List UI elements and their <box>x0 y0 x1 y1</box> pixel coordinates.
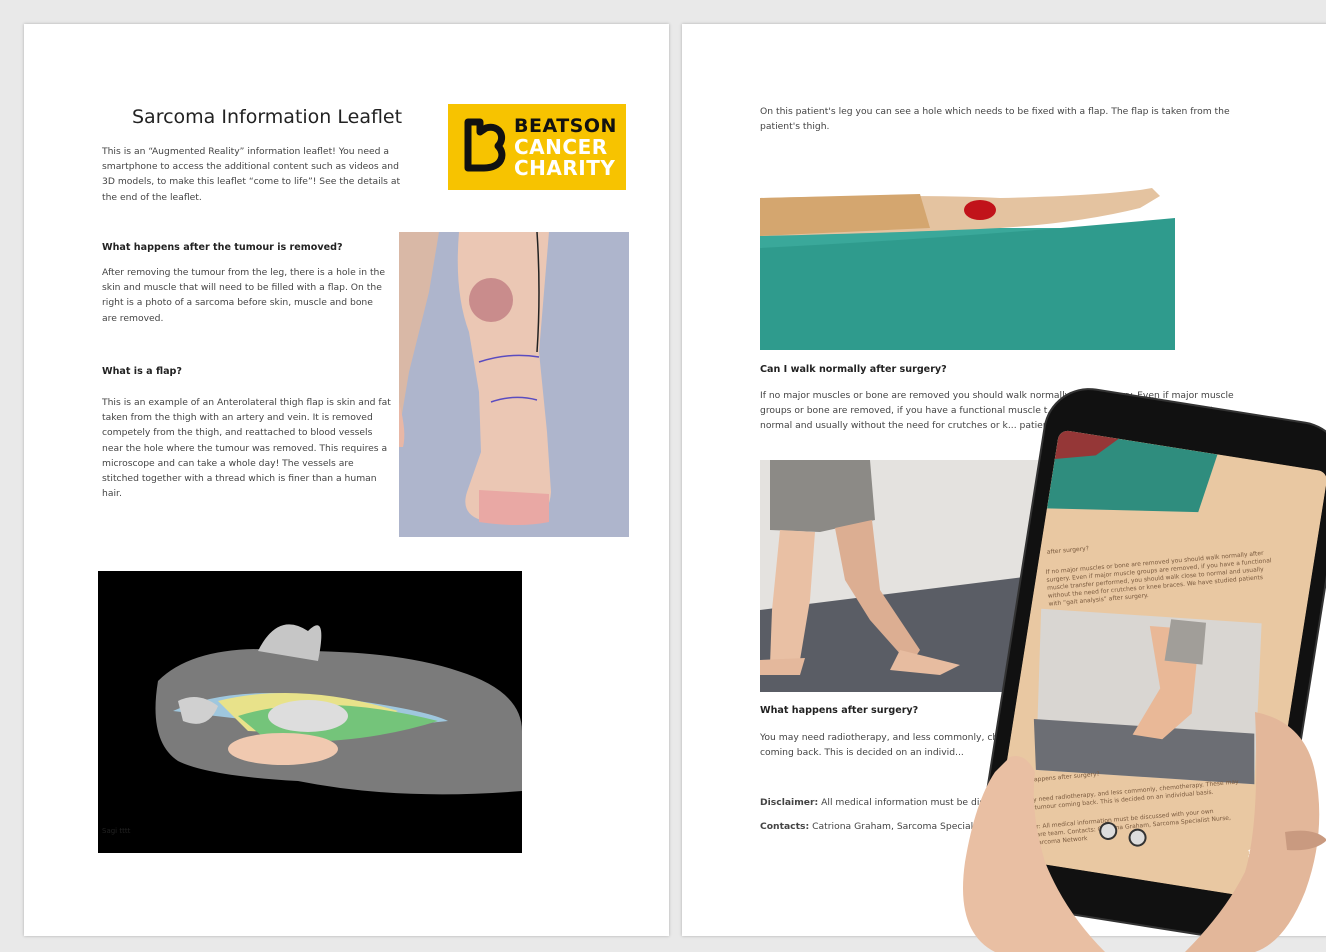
beatson-cancer-charity-logo: BEATSON CANCER CHARITY <box>448 104 626 190</box>
leaflet-page-1: Sarcoma Information Leaflet This is an “… <box>24 24 669 936</box>
sarcoma-leg-photo <box>399 232 629 537</box>
section-heading-what-is-flap: What is a flap? <box>102 366 182 377</box>
model-caption: Sagi tttt <box>102 827 131 835</box>
page-title: Sarcoma Information Leaflet <box>132 106 403 128</box>
intro-paragraph: This is an “Augmented Reality” informati… <box>102 146 401 203</box>
hand-holding-phone <box>963 712 1326 952</box>
section-heading-after-surgery: What happens after surgery? <box>760 705 919 716</box>
leg-hole-photo <box>760 188 1175 350</box>
logo-word-3: CHARITY <box>514 156 616 180</box>
heart-logo-icon <box>464 118 506 172</box>
section-heading-after-tumour: What happens after the tumour is removed… <box>102 242 343 253</box>
3d-thigh-flap-model: Sagi tttt <box>98 571 522 853</box>
section-text-what-is-flap: This is an example of an Anterolateral t… <box>102 397 391 500</box>
section-heading-walk: Can I walk normally after surgery? <box>760 364 947 375</box>
logo-word-2: CANCER <box>514 135 608 159</box>
logo-word-1: BEATSON <box>514 115 617 137</box>
section-text-after-tumour: After removing the tumour from the leg, … <box>102 267 386 324</box>
page2-intro: On this patient's leg you can see a hole… <box>760 106 1230 133</box>
disclaimer-label: Disclaimer: <box>760 797 819 808</box>
contacts-label: Contacts: <box>760 821 810 832</box>
